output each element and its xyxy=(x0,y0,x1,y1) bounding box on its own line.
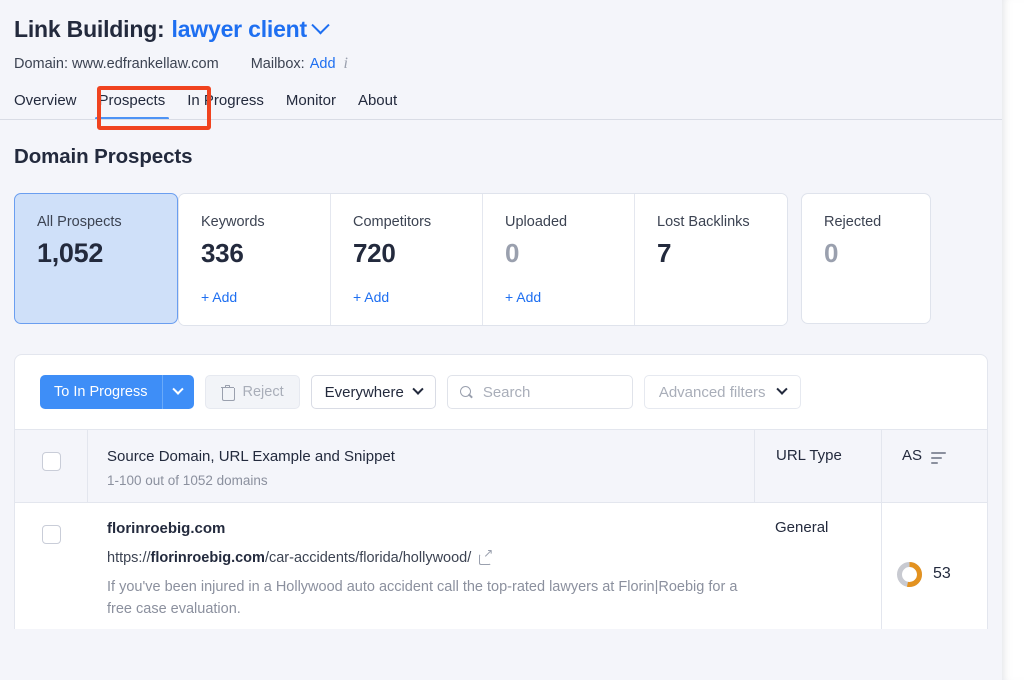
url-text[interactable]: https://florinroebig.com/car-accidents/f… xyxy=(107,548,471,568)
page-canvas: Link Building: lawyer client Domain: www… xyxy=(0,0,1002,680)
add-competitors-link[interactable]: + Add xyxy=(353,289,389,305)
row-checkbox[interactable] xyxy=(42,525,61,544)
row-select-cell xyxy=(15,503,88,629)
tab-in-progress[interactable]: In Progress xyxy=(176,92,275,120)
authority-score-value: 53 xyxy=(933,565,951,582)
tab-monitor[interactable]: Monitor xyxy=(275,92,347,120)
stat-card-uploaded[interactable]: Uploaded 0 + Add xyxy=(483,194,635,325)
sort-descending-icon[interactable] xyxy=(931,447,947,467)
trash-icon xyxy=(220,384,235,401)
table-toolbar: To In Progress Reject Everywhere Search … xyxy=(15,355,987,429)
info-icon[interactable]: i xyxy=(344,56,348,72)
chevron-down-icon[interactable] xyxy=(311,15,330,34)
stat-value: 7 xyxy=(657,238,672,268)
url-type-column-header[interactable]: URL Type xyxy=(754,430,881,502)
page-title-prefix: Link Building: xyxy=(14,16,165,42)
tabs-divider xyxy=(0,119,1002,120)
snippet-text: If you've been injured in a Hollywood au… xyxy=(107,579,738,617)
header-meta: Domain: www.edfrankellaw.com Mailbox: Ad… xyxy=(14,55,1002,73)
stat-card-group: Keywords 336 + Add Competitors 720 + Add… xyxy=(178,193,788,326)
search-icon xyxy=(459,385,473,399)
url-example: https://florinroebig.com/car-accidents/f… xyxy=(107,547,740,568)
advanced-filters-button[interactable]: Advanced filters xyxy=(643,375,801,409)
stat-value: 720 xyxy=(353,238,396,268)
section-title: Domain Prospects xyxy=(14,145,193,168)
project-selector-label[interactable]: lawyer client xyxy=(172,14,308,44)
row-url-type: General xyxy=(775,519,829,536)
row-main-cell: florinroebig.com https://florinroebig.co… xyxy=(88,503,754,629)
stat-label: Lost Backlinks xyxy=(657,214,750,230)
prospect-stat-cards: All Prospects 1,052 Keywords 336 + Add C… xyxy=(14,193,1002,326)
source-domain[interactable]: florinroebig.com xyxy=(107,519,740,539)
chevron-down-icon xyxy=(172,383,184,395)
tab-about[interactable]: About xyxy=(347,92,408,120)
chevron-down-icon xyxy=(775,383,788,395)
stat-value: 0 xyxy=(505,238,520,268)
results-count: 1-100 out of 1052 domains xyxy=(107,473,268,488)
stat-value: 0 xyxy=(824,238,839,268)
stat-card-lost-backlinks[interactable]: Lost Backlinks 7 xyxy=(635,194,787,325)
domain-label: Domain: www.edfrankellaw.com xyxy=(14,56,219,72)
right-gutter xyxy=(1002,0,1024,680)
external-link-icon[interactable] xyxy=(479,547,493,565)
to-in-progress-button[interactable]: To In Progress xyxy=(40,375,194,409)
stat-value: 1,052 xyxy=(37,238,104,268)
stat-label: Rejected xyxy=(824,214,882,230)
main-column-title: Source Domain, URL Example and Snippet xyxy=(107,448,395,465)
stat-card-all-prospects[interactable]: All Prospects 1,052 xyxy=(14,193,178,324)
scope-select[interactable]: Everywhere xyxy=(310,375,436,409)
stat-label: Keywords xyxy=(201,214,265,230)
add-keywords-link[interactable]: + Add xyxy=(201,289,237,305)
tab-overview[interactable]: Overview xyxy=(14,92,88,120)
row-as-cell: 53 xyxy=(881,503,987,629)
select-all-checkbox[interactable] xyxy=(41,452,61,471)
search-box[interactable] xyxy=(446,375,633,409)
stat-value: 336 xyxy=(201,238,244,268)
mailbox-label: Mailbox: xyxy=(250,56,305,72)
stat-label: Uploaded xyxy=(505,214,568,230)
to-in-progress-dropdown-toggle[interactable] xyxy=(163,375,194,409)
table-row: florinroebig.com https://florinroebig.co… xyxy=(15,503,987,629)
stat-label: All Prospects xyxy=(37,214,122,230)
search-input[interactable] xyxy=(482,383,620,401)
tab-prospects[interactable]: Prospects xyxy=(88,92,177,120)
mailbox-add-link[interactable]: Add xyxy=(310,55,336,73)
to-in-progress-label[interactable]: To In Progress xyxy=(40,375,163,409)
prospects-table-card: To In Progress Reject Everywhere Search … xyxy=(14,354,988,629)
stat-card-keywords[interactable]: Keywords 336 + Add xyxy=(179,194,331,325)
page-header: Link Building: lawyer client Domain: www… xyxy=(0,0,1002,120)
scope-label: Everywhere xyxy=(324,383,404,401)
reject-button[interactable]: Reject xyxy=(204,375,300,409)
add-uploaded-link[interactable]: + Add xyxy=(505,289,541,305)
stat-card-competitors[interactable]: Competitors 720 + Add xyxy=(331,194,483,325)
reject-label: Reject xyxy=(242,384,284,400)
stat-label: Competitors xyxy=(353,214,432,230)
table-header-row: Source Domain, URL Example and Snippet 1… xyxy=(15,429,987,503)
chevron-down-icon xyxy=(412,383,424,395)
main-column-header: Source Domain, URL Example and Snippet 1… xyxy=(88,430,754,502)
authority-score-gauge xyxy=(896,561,923,588)
as-column-header[interactable]: AS xyxy=(881,430,987,502)
as-column-label: AS xyxy=(902,447,923,464)
stat-card-rejected[interactable]: Rejected 0 xyxy=(801,193,931,324)
select-all-cell xyxy=(15,430,88,502)
main-tabs: Overview Prospects In Progress Monitor A… xyxy=(0,86,1002,120)
link-building-prospects-screen: Link Building: lawyer client Domain: www… xyxy=(0,0,1024,680)
page-title: Link Building: lawyer client xyxy=(14,14,1002,44)
advanced-filters-label: Advanced filters xyxy=(658,383,766,401)
